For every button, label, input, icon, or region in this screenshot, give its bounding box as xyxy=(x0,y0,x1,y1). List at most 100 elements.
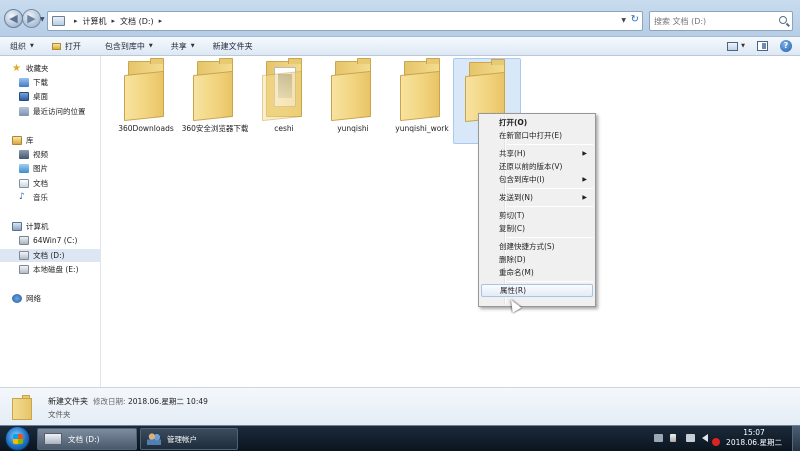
command-bar: 组织 ▼ 打开 包含到库中 ▼ 共享 ▼ 新建文件夹 ▼ ? xyxy=(0,37,800,56)
search-icon[interactable] xyxy=(779,16,787,24)
help-icon[interactable]: ? xyxy=(780,40,792,52)
details-modified-label: 修改日期: xyxy=(93,397,126,406)
folder-item[interactable]: 360安全浏览器下载 xyxy=(181,58,249,144)
nav-favorites[interactable]: ★ 收藏夹 xyxy=(0,62,49,75)
nav-label: 最近访问的位置 xyxy=(33,107,86,116)
search-box[interactable] xyxy=(649,11,793,31)
folder-icon xyxy=(193,58,237,122)
menu-item-restore-previous[interactable]: 还原以前的版本(V) xyxy=(481,160,593,173)
address-dropdown-icon[interactable]: ▼ xyxy=(621,17,626,24)
chevron-down-icon[interactable]: ▼ xyxy=(741,43,745,49)
folder-item[interactable]: ceshi xyxy=(250,58,318,144)
menu-item-share[interactable]: 共享(H) ▶ xyxy=(481,147,593,160)
address-bar[interactable]: ▸ 计算机 ▸ 文档 (D:) ▸ ▼ ↻ xyxy=(47,11,643,31)
nav-network[interactable]: 网络 xyxy=(0,292,41,305)
breadcrumb-computer[interactable]: 计算机 xyxy=(83,16,107,27)
start-button[interactable] xyxy=(5,426,30,451)
folder-with-files-icon xyxy=(262,58,306,122)
nav-drive-d[interactable]: 文档 (D:) xyxy=(0,249,100,262)
menu-separator xyxy=(507,206,593,207)
menu-item-include-library[interactable]: 包含到库中(I) ▶ xyxy=(481,173,593,186)
submenu-arrow-icon: ▶ xyxy=(582,150,587,157)
share-button[interactable]: 共享 ▼ xyxy=(165,38,201,55)
nav-computer[interactable]: 计算机 xyxy=(0,220,49,233)
chevron-down-icon: ▼ xyxy=(30,43,34,49)
folder-item[interactable]: yunqishi_work xyxy=(388,58,456,144)
folder-name: 360安全浏览器下载 xyxy=(181,124,249,133)
library-icon xyxy=(12,136,22,145)
nav-music[interactable]: ♪ 音乐 xyxy=(0,191,48,204)
preview-pane-icon[interactable] xyxy=(757,41,768,51)
nav-documents[interactable]: 文档 xyxy=(0,177,48,190)
menu-item-label: 包含到库中(I) xyxy=(499,175,545,184)
breadcrumb-separator[interactable]: ▸ xyxy=(74,17,78,25)
back-button[interactable]: ◀ xyxy=(4,9,23,28)
nav-recent-places[interactable]: 最近访问的位置 xyxy=(0,105,86,118)
new-folder-button[interactable]: 新建文件夹 xyxy=(207,38,259,55)
nav-videos[interactable]: 视频 xyxy=(0,148,48,161)
menu-item-open-new-window[interactable]: 在新窗口中打开(E) xyxy=(481,129,593,142)
drive-icon xyxy=(19,251,29,260)
include-in-library-button[interactable]: 包含到库中 ▼ xyxy=(99,38,159,55)
video-icon xyxy=(19,150,29,159)
details-type: 文件夹 xyxy=(48,410,71,419)
taskbar-item-user-accounts[interactable]: 管理帐户 xyxy=(140,428,238,450)
volume-icon[interactable] xyxy=(702,434,708,442)
folder-item[interactable]: yunqishi xyxy=(319,58,387,144)
menu-item-properties[interactable]: 属性(R) xyxy=(481,284,593,297)
taskbar-item-label: 文档 (D:) xyxy=(68,434,100,444)
nav-label: 图片 xyxy=(33,164,48,173)
breadcrumb-separator[interactable]: ▸ xyxy=(112,17,116,25)
nav-downloads[interactable]: 下载 xyxy=(0,76,48,89)
nav-libraries[interactable]: 库 xyxy=(0,134,34,147)
action-center-flag-icon[interactable] xyxy=(670,434,676,442)
computer-icon xyxy=(52,16,65,26)
forward-button[interactable]: ▶ xyxy=(22,9,41,28)
folder-item[interactable]: 360Downloads xyxy=(112,58,180,144)
clock-date: 2018.06.星期二 xyxy=(726,438,782,447)
menu-item-open[interactable]: 打开(O) xyxy=(481,116,593,129)
change-view-icon[interactable] xyxy=(727,41,739,51)
menu-item-copy[interactable]: 复制(C) xyxy=(481,222,593,235)
menu-item-send-to[interactable]: 发送到(N) ▶ xyxy=(481,191,593,204)
nav-desktop[interactable]: 桌面 xyxy=(0,90,48,103)
system-tray: 15:07 2018.06.星期二 xyxy=(650,426,800,451)
breadcrumb-separator[interactable]: ▸ xyxy=(159,17,163,25)
folder-name: ceshi xyxy=(274,124,294,133)
folder-name: 360Downloads xyxy=(118,124,174,133)
nav-drive-e[interactable]: 本地磁盘 (E:) xyxy=(0,263,79,276)
computer-icon xyxy=(12,222,22,231)
menu-item-cut[interactable]: 剪切(T) xyxy=(481,209,593,222)
nav-label: 下载 xyxy=(33,78,48,87)
warning-badge-icon[interactable] xyxy=(712,438,720,446)
folder-icon xyxy=(400,58,444,122)
folder-icon xyxy=(12,394,34,420)
network-status-icon[interactable] xyxy=(686,434,695,442)
clock[interactable]: 15:07 2018.06.星期二 xyxy=(720,428,788,448)
document-icon xyxy=(19,179,29,188)
menu-item-delete[interactable]: 删除(D) xyxy=(481,253,593,266)
open-button[interactable]: 打开 xyxy=(46,38,87,55)
show-desktop-button[interactable] xyxy=(792,426,800,451)
folder-name: yunqishi xyxy=(337,124,369,133)
details-modified-value: 2018.06.星期二 10:49 xyxy=(128,397,208,406)
include-in-library-label: 包含到库中 xyxy=(104,41,145,51)
folder-icon xyxy=(465,59,509,123)
clock-time: 15:07 xyxy=(743,428,765,437)
menu-item-rename[interactable]: 重命名(M) xyxy=(481,266,593,279)
refresh-icon[interactable]: ↻ xyxy=(631,14,639,25)
taskbar-item-explorer[interactable]: 文档 (D:) xyxy=(37,428,137,450)
menu-item-create-shortcut[interactable]: 创建快捷方式(S) xyxy=(481,240,593,253)
nav-drive-c[interactable]: 64Win7 (C:) xyxy=(0,234,77,247)
share-label: 共享 xyxy=(170,41,187,51)
nav-label: 库 xyxy=(26,136,34,145)
breadcrumb-drive-d[interactable]: 文档 (D:) xyxy=(120,16,154,27)
search-input[interactable] xyxy=(650,12,770,30)
keyboard-icon[interactable] xyxy=(654,434,663,442)
recent-pages-dropdown-icon[interactable]: ▼ xyxy=(40,16,45,23)
file-list[interactable]: 360Downloads 360安全浏览器下载 ceshi yunqishi y… xyxy=(101,56,800,387)
organize-button[interactable]: 组织 ▼ xyxy=(4,38,40,55)
nav-pictures[interactable]: 图片 xyxy=(0,162,48,175)
nav-label: 文档 xyxy=(33,179,48,188)
downloads-folder-icon xyxy=(19,78,29,87)
